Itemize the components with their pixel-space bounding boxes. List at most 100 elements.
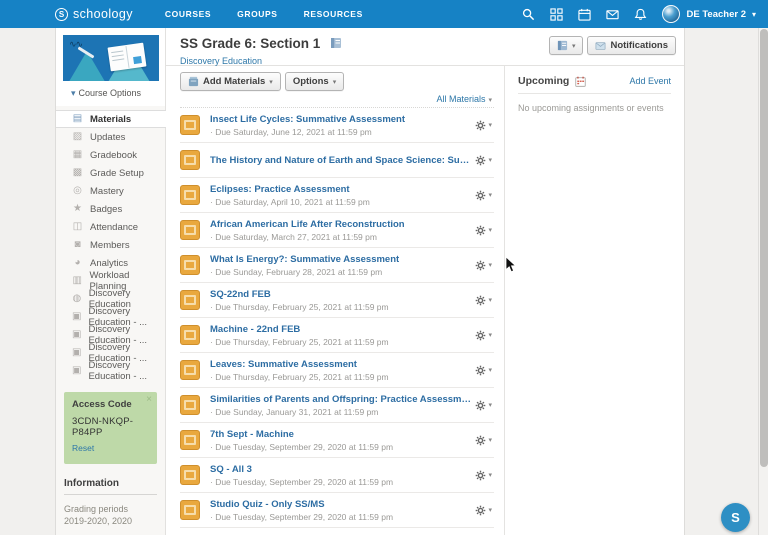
assessment-icon [180, 395, 200, 415]
material-due-date: · Due Saturday, April 10, 2021 at 11:59 … [210, 197, 370, 207]
nav-courses[interactable]: COURSES [165, 9, 211, 19]
add-materials-button[interactable]: Add Materials ▾ [180, 72, 281, 91]
upcoming-panel: Upcoming Add Event No upcoming assignmen… [505, 66, 684, 535]
caret-down-icon: ▾ [488, 296, 492, 304]
discovery-education-app-icon: ▣ [72, 366, 81, 376]
material-title-link[interactable]: SQ-22nd FEB [210, 289, 389, 300]
chevron-down-icon: ▾ [752, 10, 756, 19]
material-title-link[interactable]: Similarities of Parents and Offspring: P… [210, 394, 473, 405]
grading-periods-value: 2019-2020, 2020 [64, 516, 157, 526]
user-name: DE Teacher 2 [686, 9, 746, 20]
caret-down-icon: ▾ [488, 97, 492, 104]
material-title-link[interactable]: Leaves: Summative Assessment [210, 359, 389, 370]
course-page: ∿∿ ▾Course Options ▤ Materials [55, 28, 685, 535]
apps-icon[interactable] [550, 8, 563, 21]
material-title-link[interactable]: Eclipses: Practice Assessment [210, 184, 370, 195]
caret-down-icon: ▾ [488, 471, 492, 479]
sidebar-item-mastery[interactable]: ◎ Mastery [56, 182, 165, 200]
caret-down-icon: ▾ [269, 78, 273, 86]
sidebar-item-grade-setup[interactable]: ▩ Grade Setup [56, 164, 165, 182]
assessment-icon [180, 430, 200, 450]
course-options-toggle[interactable]: ▾Course Options [71, 88, 158, 99]
messages-icon[interactable] [606, 8, 619, 21]
assessment-icon [180, 465, 200, 485]
nav-groups[interactable]: GROUPS [237, 9, 277, 19]
scrollbar-thumb[interactable] [760, 29, 768, 467]
material-gear-menu[interactable]: ▾ [473, 118, 494, 133]
members-icon: ◙ [72, 240, 83, 250]
course-resources-menu-button[interactable]: ▾ [549, 36, 584, 55]
material-title-link[interactable]: SQ - All 3 [210, 464, 393, 475]
material-due-date: · Due Saturday, June 12, 2021 at 11:59 p… [210, 127, 405, 137]
material-gear-menu[interactable]: ▾ [473, 258, 494, 273]
alerts-icon[interactable] [634, 8, 647, 21]
calendar-icon [575, 76, 586, 87]
gear-icon [475, 260, 486, 271]
material-gear-menu[interactable]: ▾ [473, 328, 494, 343]
upcoming-empty-text: No upcoming assignments or events [518, 103, 671, 113]
header-buttons: ▾ Notifications [549, 36, 676, 55]
assessment-icon [180, 185, 200, 205]
gear-icon [475, 400, 486, 411]
material-due-date: · Due Thursday, February 25, 2021 at 11:… [210, 302, 389, 312]
discovery-education-app-icon: ▣ [72, 330, 81, 340]
sidebar-item-discovery-education-app[interactable]: ▣ Discovery Education - ... [56, 362, 165, 380]
caret-down-icon: ▾ [333, 78, 337, 86]
material-gear-menu[interactable]: ▾ [473, 433, 494, 448]
material-gear-menu[interactable]: ▾ [473, 468, 494, 483]
course-card: ∿∿ ▾Course Options [56, 28, 165, 106]
badges-icon: ★ [72, 204, 83, 214]
caret-down-icon: ▾ [488, 261, 492, 269]
schoology-logo[interactable]: S schoology [55, 7, 133, 21]
material-title-link[interactable]: What Is Energy?: Summative Assessment [210, 254, 399, 265]
sidebar-item-updates[interactable]: ▨ Updates [56, 128, 165, 146]
caret-down-icon: ▾ [572, 42, 576, 50]
workload-planning-icon: ▥ [72, 276, 82, 286]
material-title-link[interactable]: African American Life After Reconstructi… [210, 219, 405, 230]
page-scrollbar[interactable] [758, 28, 768, 535]
material-due-date: · Due Tuesday, September 29, 2020 at 11:… [210, 477, 393, 487]
material-gear-menu[interactable]: ▾ [473, 398, 494, 413]
calendar-icon[interactable] [578, 8, 591, 21]
sidebar-item-badges[interactable]: ★ Badges [56, 200, 165, 218]
materials-section: Add Materials ▾ Options ▾ All Materials▾… [166, 66, 505, 535]
material-title-link[interactable]: Studio Quiz - Only SS/MS [210, 499, 393, 510]
gear-icon [475, 505, 486, 516]
caret-down-icon: ▾ [488, 331, 492, 339]
options-button[interactable]: Options ▾ [285, 72, 344, 91]
assessment-icon [180, 500, 200, 520]
material-gear-menu[interactable]: ▾ [473, 188, 494, 203]
access-code-reset-link[interactable]: Reset [72, 443, 94, 453]
gear-icon [475, 330, 486, 341]
page-title: SS Grade 6: Section 1 [180, 36, 320, 51]
material-gear-menu[interactable]: ▾ [473, 363, 494, 378]
add-event-link[interactable]: Add Event [629, 76, 671, 86]
material-title-link[interactable]: Insect Life Cycles: Summative Assessment [210, 114, 405, 125]
material-gear-menu[interactable]: ▾ [473, 293, 494, 308]
user-menu[interactable]: DE Teacher 2 ▾ [662, 5, 756, 23]
search-icon[interactable] [522, 8, 535, 21]
sidebar-item-materials[interactable]: ▤ Materials [56, 110, 166, 128]
material-gear-menu[interactable]: ▾ [473, 223, 494, 238]
material-gear-menu[interactable]: ▾ [473, 503, 494, 518]
nav-resources[interactable]: RESOURCES [304, 9, 363, 19]
materials-filter[interactable]: All Materials▾ [180, 91, 494, 108]
material-gear-menu[interactable]: ▾ [473, 153, 494, 168]
access-code-box: × Access Code 3CDN-NKQP-P84PP Reset [64, 392, 157, 464]
material-title-link[interactable]: The History and Nature of Earth and Spac… [210, 155, 473, 166]
close-icon[interactable]: × [146, 394, 152, 405]
sidebar-item-gradebook[interactable]: ▦ Gradebook [56, 146, 165, 164]
support-chat-button[interactable]: S [721, 503, 750, 532]
gear-icon [475, 155, 486, 166]
sidebar-item-attendance[interactable]: ◫ Attendance [56, 218, 165, 236]
material-title-link[interactable]: Machine - 22nd FEB [210, 324, 389, 335]
material-title-link[interactable]: 7th Sept - Machine [210, 429, 393, 440]
sidebar-item-members[interactable]: ◙ Members [56, 236, 165, 254]
notifications-button[interactable]: Notifications [587, 36, 676, 55]
material-due-date: · Due Thursday, February 25, 2021 at 11:… [210, 372, 389, 382]
material-row: Leaves: Summative Assessment · Due Thurs… [180, 353, 494, 388]
material-due-date: · Due Saturday, March 27, 2021 at 11:59 … [210, 232, 405, 242]
access-code-value: 3CDN-NKQP-P84PP [72, 416, 149, 438]
schoology-app: S schoology COURSES GROUPS RESOURCES DE … [0, 0, 768, 535]
course-subtitle-link[interactable]: Discovery Education [180, 56, 262, 66]
